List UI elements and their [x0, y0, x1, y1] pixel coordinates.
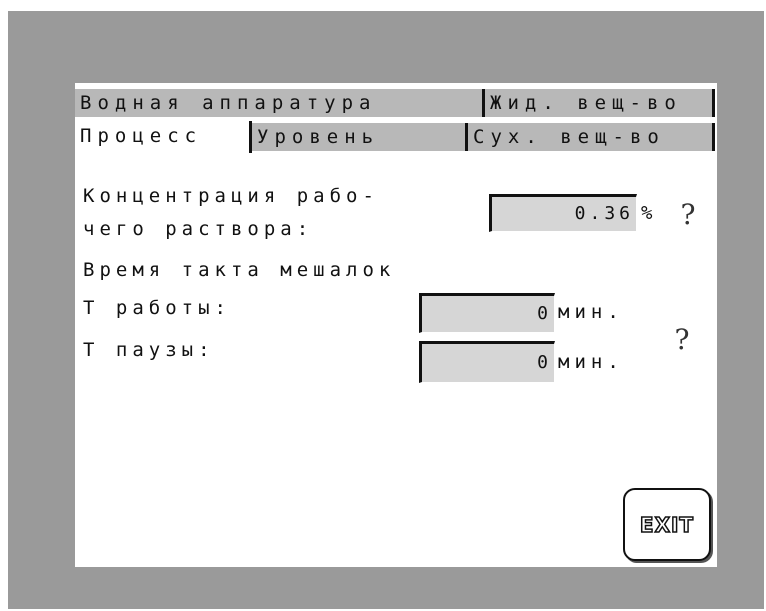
main-panel: Водная аппаратура Жид. вещ-во Процесс Ур… — [75, 83, 717, 567]
tab-dry-substance[interactable]: Сух. вещ-во — [468, 123, 715, 151]
pause-time-label: Т паузы: — [83, 339, 215, 361]
work-time-unit: мин. — [558, 301, 624, 323]
screen-frame: Водная аппаратура Жид. вещ-во Процесс Ур… — [8, 11, 764, 609]
tab-water-equipment[interactable]: Водная аппаратура — [75, 89, 485, 117]
tab-process[interactable]: Процесс — [75, 121, 252, 153]
pause-time-input[interactable]: 0 — [419, 341, 555, 383]
work-time-input[interactable]: 0 — [419, 293, 555, 333]
exit-button-label: EXIT — [639, 512, 695, 538]
tab-liquid-substance[interactable]: Жид. вещ-во — [485, 89, 715, 117]
mixer-cycle-heading: Время такта мешалок — [83, 259, 396, 281]
concentration-label-line1: Концентрация рабо- — [83, 185, 379, 207]
concentration-input[interactable]: 0.36 — [489, 194, 637, 232]
work-time-label: Т работы: — [83, 297, 231, 319]
concentration-label-line2: чего раствора: — [83, 218, 314, 240]
mixer-cycle-help-icon[interactable]: ? — [671, 325, 693, 355]
pause-time-unit: мин. — [558, 351, 624, 373]
tab-level[interactable]: Уровень — [252, 123, 468, 151]
concentration-help-icon[interactable]: ? — [677, 200, 699, 230]
concentration-unit: % — [641, 202, 658, 224]
exit-button[interactable]: EXIT — [623, 488, 711, 561]
